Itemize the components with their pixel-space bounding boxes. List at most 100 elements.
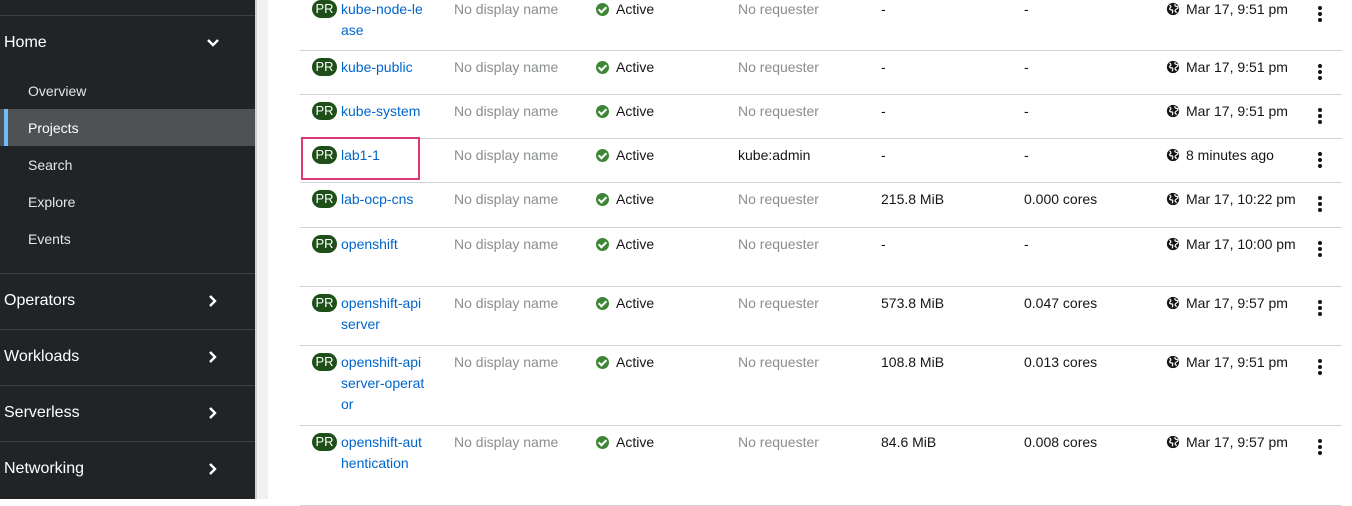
project-name-cell: PR openshift-apiserver-operator	[312, 352, 427, 415]
sidebar-item-explore[interactable]: Explore	[0, 183, 255, 220]
kebab-menu-icon[interactable]	[1318, 106, 1324, 126]
globe-icon	[1166, 236, 1180, 251]
project-link[interactable]: kube-public	[341, 57, 427, 78]
check-circle-icon	[596, 3, 609, 16]
memory-cell: 215.8 MiB	[881, 191, 945, 207]
created-cell: Mar 17, 9:51 pm	[1166, 0, 1310, 20]
project-name-cell: PR openshift-authentication	[312, 432, 427, 474]
status-cell: Active	[596, 0, 654, 20]
status-cell: Active	[596, 101, 654, 122]
nav-section-label: Networking	[4, 460, 85, 477]
requester-cell: No requester	[738, 354, 819, 370]
created-cell: Mar 17, 9:51 pm	[1166, 57, 1310, 78]
project-link[interactable]: lab1-1	[341, 145, 427, 166]
project-link[interactable]: openshift	[341, 234, 427, 255]
memory-cell: -	[881, 236, 886, 252]
created-cell: Mar 17, 10:00 pm	[1166, 234, 1310, 255]
status-cell: Active	[596, 57, 654, 78]
status-cell: Active	[596, 352, 654, 373]
nav-section-workloads[interactable]: Workloads	[0, 329, 255, 385]
created-time: 8 minutes ago	[1186, 147, 1274, 163]
cpu-cell: 0.047 cores	[1024, 295, 1098, 311]
created-time: Mar 17, 10:00 pm	[1186, 236, 1296, 252]
globe-icon	[1166, 354, 1180, 369]
display-name-cell: No display name	[454, 354, 559, 370]
cpu-cell: 0.013 cores	[1024, 354, 1098, 370]
globe-icon	[1166, 147, 1180, 162]
table-row: PR lab-ocp-cns No display name Active No req…	[300, 182, 1342, 228]
project-badge: PR	[312, 353, 337, 371]
display-name-cell: No display name	[454, 191, 559, 207]
created-time: Mar 17, 9:51 pm	[1186, 103, 1288, 119]
nav-section-home[interactable]: Home	[0, 15, 255, 71]
requester-cell: No requester	[738, 1, 819, 17]
table-row: PR kube-system No display name Active No req…	[300, 94, 1342, 139]
status-text: Active	[616, 147, 655, 163]
project-badge: PR	[312, 190, 337, 208]
nav-section-label: Home	[4, 34, 47, 51]
created-cell: Mar 17, 9:57 pm	[1166, 293, 1310, 314]
memory-cell: -	[881, 1, 886, 17]
check-circle-icon	[596, 149, 609, 162]
project-name-cell: PR kube-node-lease	[312, 0, 427, 41]
status-text: Active	[616, 295, 655, 311]
kebab-menu-icon[interactable]	[1318, 194, 1324, 214]
status-cell: Active	[596, 432, 654, 453]
globe-icon	[1166, 103, 1180, 118]
status-text: Active	[616, 103, 655, 119]
kebab-menu-icon[interactable]	[1318, 4, 1324, 24]
kebab-menu-icon[interactable]	[1318, 239, 1324, 259]
table-row: PR openshift-apiserver-operator No display…	[300, 345, 1342, 426]
nav-section-serverless[interactable]: Serverless	[0, 385, 255, 441]
display-name-cell: No display name	[454, 295, 559, 311]
status-text: Active	[616, 236, 655, 252]
project-name-cell: PR lab-ocp-cns	[312, 189, 427, 210]
kebab-menu-icon[interactable]	[1318, 357, 1324, 377]
project-link[interactable]: openshift-apiserver	[341, 293, 427, 335]
sidebar-item-label: Projects	[28, 119, 79, 136]
cpu-cell: -	[1024, 59, 1029, 75]
nav-section-networking[interactable]: Networking	[0, 441, 255, 497]
requester-cell: No requester	[738, 103, 819, 119]
kebab-menu-icon[interactable]	[1318, 437, 1324, 457]
project-link[interactable]: kube-system	[341, 101, 427, 122]
project-badge: PR	[312, 102, 337, 120]
cpu-cell: -	[1024, 236, 1029, 252]
globe-icon	[1166, 434, 1180, 449]
project-name-cell: PR kube-system	[312, 101, 427, 122]
globe-icon	[1166, 295, 1180, 310]
globe-icon	[1166, 59, 1180, 74]
requester-cell: kube:admin	[738, 147, 811, 163]
nav-section-operators[interactable]: Operators	[0, 273, 255, 329]
check-circle-icon	[596, 238, 609, 251]
sidebar-item-label: Overview	[28, 82, 87, 99]
created-cell: Mar 17, 9:51 pm	[1166, 352, 1310, 373]
divider	[255, 0, 257, 499]
kebab-menu-icon[interactable]	[1318, 150, 1324, 170]
kebab-menu-icon[interactable]	[1318, 298, 1324, 318]
table-row: PR openshift No display name Active No reque…	[300, 227, 1342, 287]
cpu-cell: -	[1024, 103, 1029, 119]
sidebar-item-overview[interactable]: Overview	[0, 72, 255, 109]
table-row: PR openshift-authentication No display nam…	[300, 425, 1342, 506]
project-link[interactable]: kube-node-lease	[341, 0, 427, 41]
sidebar-item-search[interactable]: Search	[0, 146, 255, 183]
memory-cell: 108.8 MiB	[881, 354, 945, 370]
memory-cell: 573.8 MiB	[881, 295, 945, 311]
status-text: Active	[616, 434, 655, 450]
chevron-right-icon	[207, 351, 219, 363]
kebab-menu-icon[interactable]	[1318, 62, 1324, 82]
nav-section-label: Workloads	[4, 348, 80, 365]
check-circle-icon	[596, 105, 609, 118]
sidebar-item-label: Explore	[28, 193, 76, 210]
project-badge: PR	[312, 0, 337, 18]
project-link[interactable]: openshift-authentication	[341, 432, 427, 474]
project-link[interactable]: lab-ocp-cns	[341, 189, 427, 210]
requester-cell: No requester	[738, 59, 819, 75]
memory-cell: -	[881, 59, 886, 75]
project-link[interactable]: openshift-apiserver-operator	[341, 352, 427, 415]
status-cell: Active	[596, 293, 654, 314]
sidebar-item-events[interactable]: Events	[0, 220, 255, 257]
requester-cell: No requester	[738, 295, 819, 311]
sidebar-item-projects[interactable]: Projects	[0, 109, 255, 146]
